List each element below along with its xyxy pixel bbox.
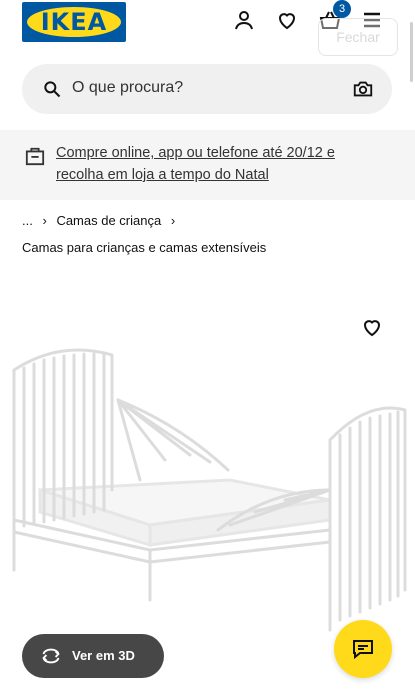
- search-input[interactable]: O que procura?: [22, 64, 392, 114]
- chat-icon: [353, 640, 373, 660]
- heart-icon[interactable]: [275, 8, 299, 32]
- chat-button[interactable]: [334, 620, 392, 678]
- breadcrumb: ... › Camas de criança ›: [22, 213, 181, 228]
- add-to-favourites-icon[interactable]: [360, 315, 384, 339]
- chevron-right-icon: ›: [170, 213, 176, 228]
- cart-count-badge: 3: [333, 0, 351, 18]
- top-header: IKEA 3 Fechar: [0, 0, 415, 56]
- store-pickup-icon: [25, 147, 45, 166]
- breadcrumb-item-camas-de-crianca[interactable]: Camas de criança: [56, 213, 161, 228]
- view-in-3d-label: Ver em 3D: [72, 648, 135, 663]
- ikea-logo[interactable]: IKEA: [22, 2, 126, 42]
- logo-text: IKEA: [40, 8, 108, 36]
- product-image[interactable]: [0, 340, 415, 640]
- search-icon: [44, 81, 61, 98]
- view-in-3d-button[interactable]: Ver em 3D: [22, 634, 164, 678]
- user-icon[interactable]: [232, 8, 256, 32]
- breadcrumb-ellipsis[interactable]: ...: [22, 213, 33, 228]
- page-subtitle: Camas para crianças e camas extensíveis: [22, 240, 267, 255]
- search-placeholder: O que procura?: [72, 79, 184, 96]
- promo-banner-text[interactable]: Compre online, app ou telefone até 20/12…: [56, 142, 386, 186]
- promo-banner[interactable]: Compre online, app ou telefone até 20/12…: [0, 130, 415, 200]
- rotate-3d-icon: [42, 648, 60, 664]
- camera-icon[interactable]: [352, 78, 374, 100]
- chevron-right-icon: ›: [42, 213, 47, 228]
- close-overlay-button[interactable]: Fechar: [318, 18, 398, 56]
- scrollbar[interactable]: [410, 22, 413, 82]
